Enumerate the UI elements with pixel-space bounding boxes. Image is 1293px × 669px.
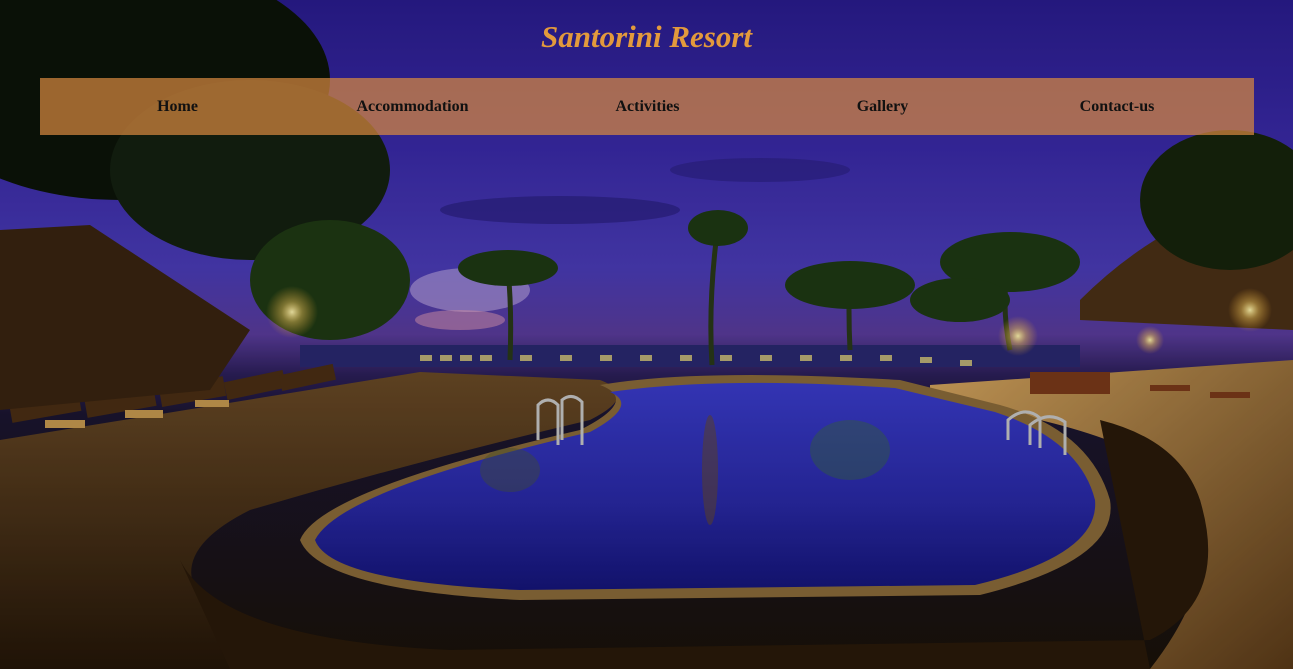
nav-contact-us[interactable]: Contact-us	[980, 98, 1254, 116]
nav-accommodation[interactable]: Accommodation	[315, 98, 510, 116]
nav-home[interactable]: Home	[40, 98, 315, 116]
main-navbar: Home Accommodation Activities Gallery Co…	[40, 78, 1254, 135]
nav-gallery[interactable]: Gallery	[785, 98, 980, 116]
site-title: Santorini Resort	[540, 19, 753, 54]
nav-activities[interactable]: Activities	[510, 98, 785, 116]
